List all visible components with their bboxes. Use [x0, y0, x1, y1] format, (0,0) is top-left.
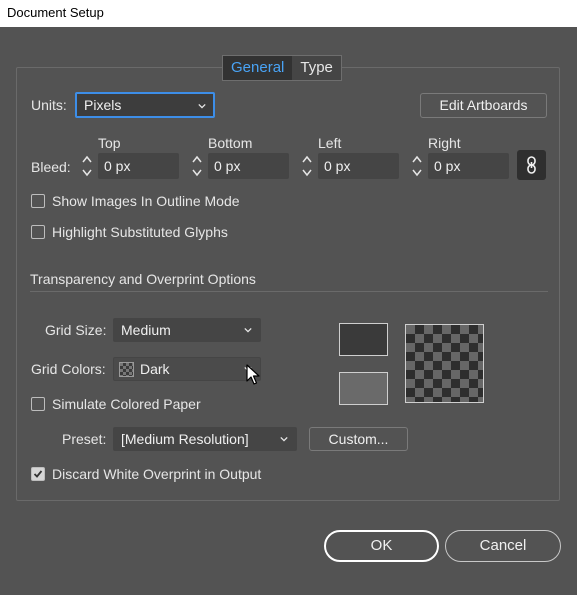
- custom-preset-button[interactable]: Custom...: [309, 427, 408, 451]
- link-bleed-button[interactable]: [517, 150, 546, 180]
- chevron-down-icon: [280, 436, 288, 442]
- chevron-down-icon: [198, 103, 206, 109]
- bleed-left-label: Left: [318, 135, 342, 151]
- grid-dark-color-swatch[interactable]: [339, 323, 388, 356]
- preset-select[interactable]: [Medium Resolution]: [113, 427, 297, 451]
- chevron-down-icon: [244, 327, 252, 333]
- link-icon: [527, 156, 536, 174]
- bleed-right-input[interactable]: 0 px: [428, 153, 509, 179]
- bleed-bottom-input[interactable]: 0 px: [208, 153, 289, 179]
- window-title: Document Setup: [7, 5, 104, 20]
- discard-white-overprint-checkbox[interactable]: [31, 467, 45, 481]
- bleed-top-input[interactable]: 0 px: [98, 153, 179, 179]
- bleed-top-stepper[interactable]: [80, 153, 94, 179]
- cancel-button[interactable]: Cancel: [445, 530, 561, 562]
- units-select[interactable]: Pixels: [75, 92, 215, 118]
- units-value: Pixels: [84, 97, 122, 113]
- show-images-outline-label: Show Images In Outline Mode: [52, 193, 240, 209]
- show-images-outline-checkbox[interactable]: [31, 194, 45, 208]
- edit-artboards-button[interactable]: Edit Artboards: [420, 93, 547, 118]
- bleed-right-value: 0 px: [434, 158, 461, 174]
- simulate-paper-label: Simulate Colored Paper: [52, 396, 201, 412]
- grid-color-preview-icon: [119, 362, 134, 377]
- checkmark-icon: [33, 470, 43, 478]
- bleed-bottom-stepper[interactable]: [190, 153, 204, 179]
- grid-colors-value: Dark: [140, 361, 170, 377]
- bleed-left-value: 0 px: [324, 158, 351, 174]
- bleed-bottom-label: Bottom: [208, 135, 253, 151]
- bleed-bottom-value: 0 px: [214, 158, 241, 174]
- tab-bar: General Type: [222, 55, 342, 81]
- discard-white-overprint-label: Discard White Overprint in Output: [52, 466, 262, 482]
- bleed-top-value: 0 px: [104, 158, 131, 174]
- bleed-left-stepper[interactable]: [300, 153, 314, 179]
- bleed-label: Bleed:: [31, 159, 71, 175]
- simulate-paper-checkbox[interactable]: [31, 397, 45, 411]
- bleed-left-input[interactable]: 0 px: [318, 153, 399, 179]
- tab-type[interactable]: Type: [292, 56, 341, 80]
- grid-colors-select[interactable]: Dark: [113, 357, 261, 381]
- highlight-glyphs-label: Highlight Substituted Glyphs: [52, 224, 228, 240]
- ok-button[interactable]: OK: [324, 530, 439, 562]
- highlight-glyphs-checkbox[interactable]: [31, 225, 45, 239]
- tab-general[interactable]: General: [223, 56, 293, 80]
- grid-size-label: Grid Size:: [45, 322, 107, 338]
- units-label: Units:: [31, 97, 67, 113]
- section-divider: [30, 291, 548, 292]
- preset-label: Preset:: [62, 431, 107, 447]
- grid-colors-label: Grid Colors:: [31, 361, 106, 377]
- transparency-section-title: Transparency and Overprint Options: [30, 271, 256, 287]
- grid-size-select[interactable]: Medium: [113, 318, 261, 342]
- grid-light-color-swatch[interactable]: [339, 372, 388, 405]
- bleed-top-label: Top: [98, 135, 121, 151]
- bleed-right-stepper[interactable]: [410, 153, 424, 179]
- preset-value: [Medium Resolution]: [121, 431, 249, 447]
- title-bar: Document Setup: [0, 0, 577, 27]
- grid-size-value: Medium: [121, 322, 171, 338]
- mouse-cursor-icon: [246, 364, 260, 385]
- bleed-right-label: Right: [428, 135, 461, 151]
- transparency-grid-preview: [405, 324, 484, 403]
